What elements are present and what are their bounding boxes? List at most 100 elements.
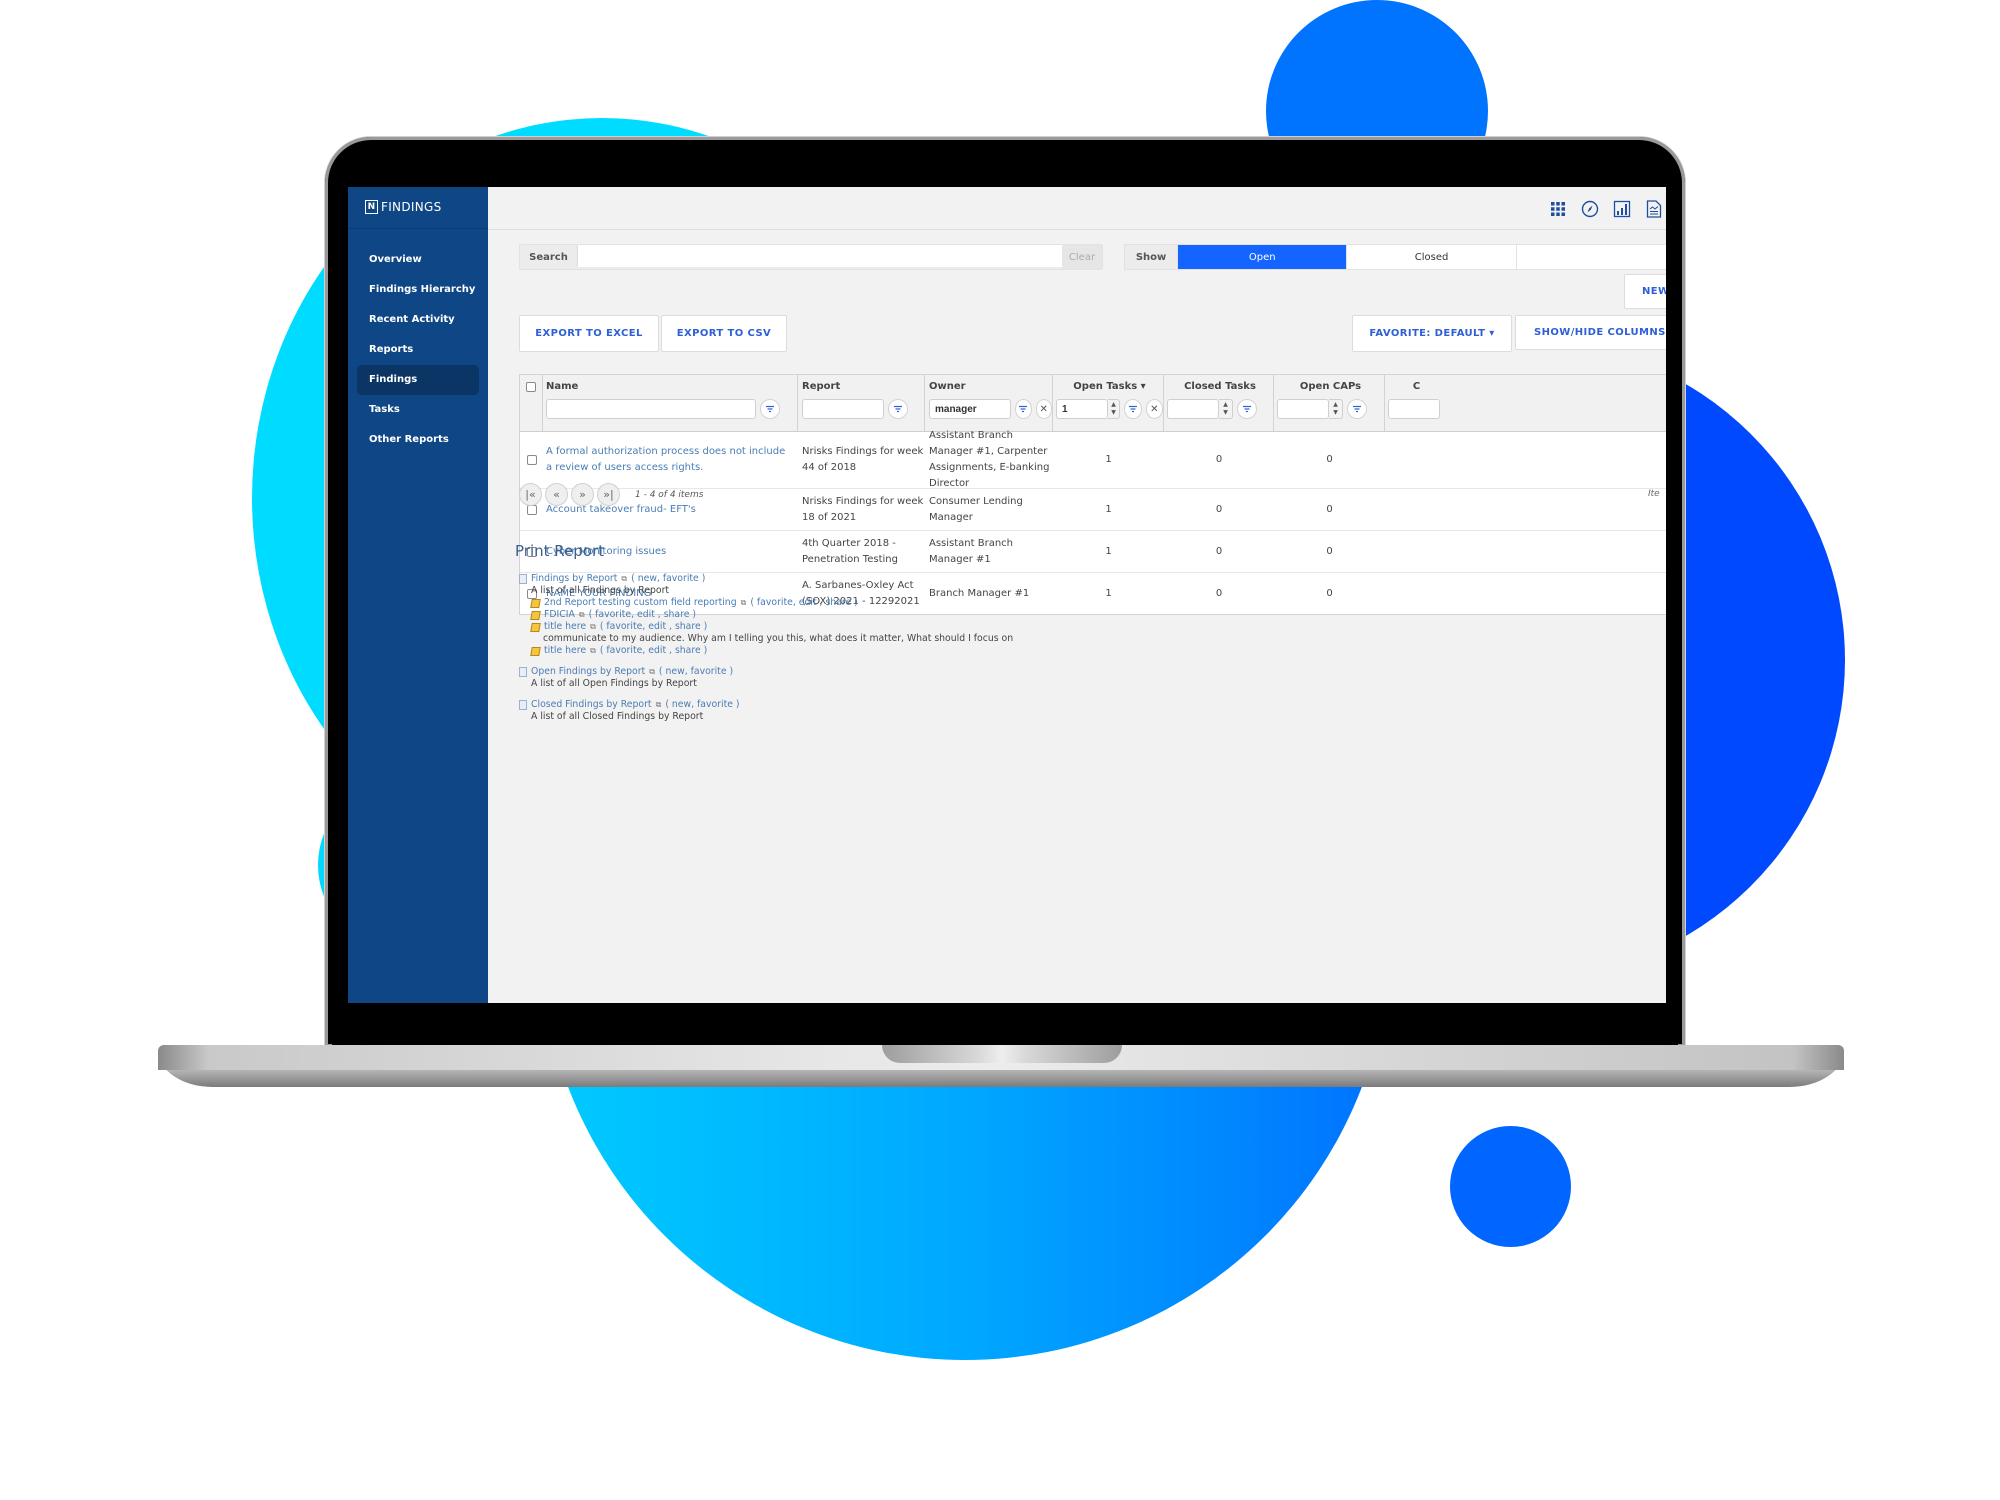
show-open-option[interactable]: Open [1177,245,1347,269]
saved-report-actions[interactable]: ( favorite, edit , share ) [589,609,697,621]
table-row[interactable]: Cyber Monitoring issues 4th Quarter 2018… [520,531,1666,573]
edit-icon [530,622,541,632]
app-screen: N FINDINGS Overview Findings Hierarchy R… [348,187,1666,1003]
open-tasks-filter-input[interactable] [1056,399,1108,419]
column-header-open-caps[interactable]: Open CAPs [1277,375,1384,399]
column-header-owner[interactable]: Owner [929,375,1052,399]
saved-report-actions[interactable]: ( favorite, edit , share ) [600,645,708,657]
search-input[interactable] [577,245,1062,267]
filter-icon[interactable] [1124,399,1142,419]
finding-name-link[interactable]: A formal authorization process does not … [546,444,786,476]
column-report: Report [798,375,925,431]
saved-report-link[interactable]: title here [544,621,586,633]
column-header-closed-tasks[interactable]: Closed Tasks [1167,375,1273,399]
previous-page-button[interactable]: « [545,483,568,506]
column-header-open-tasks[interactable]: Open Tasks ▾ [1056,375,1163,399]
name-filter-input[interactable] [546,399,756,419]
spinner-arrows-icon[interactable]: ▲ ▼ [1108,399,1121,419]
apps-grid-icon[interactable] [1546,197,1570,221]
report-actions[interactable]: ( new, favorite ) [631,573,705,585]
closed-tasks-filter-input[interactable] [1167,399,1219,419]
sidebar-item-reports[interactable]: Reports [357,335,479,365]
bar-chart-icon[interactable] [1610,197,1634,221]
filter-icon[interactable] [1347,399,1367,419]
show-hide-columns-button[interactable]: SHOW/HIDE COLUMNS [1515,315,1666,350]
sidebar-item-overview[interactable]: Overview [357,245,479,275]
new-button[interactable]: NEW [1624,274,1666,309]
open-caps-filter-input[interactable] [1277,399,1329,419]
compass-icon[interactable] [1578,197,1602,221]
report-link[interactable]: Closed Findings by Report [531,699,652,711]
external-link-icon[interactable]: ⧉ [741,597,747,609]
select-all-checkbox[interactable] [526,382,536,392]
open-caps-cell: 0 [1326,587,1333,599]
document-icon [519,700,527,710]
saved-report-link[interactable]: title here [544,645,586,657]
favorite-dropdown-button[interactable]: FAVORITE: DEFAULT ▾ [1352,315,1512,352]
saved-report-link[interactable]: FDICIA [544,609,575,621]
saved-report-actions[interactable]: ( favorite, edit , share ) [750,597,858,609]
export-to-csv-button[interactable]: EXPORT TO CSV [661,315,787,352]
owner-filter-input[interactable] [929,399,1011,419]
report-link[interactable]: Findings by Report [531,573,617,585]
items-per-page-label: Ite [1648,489,1660,499]
clear-filter-icon[interactable]: ✕ [1035,399,1052,419]
sidebar-nav: Overview Findings Hierarchy Recent Activ… [357,245,479,455]
top-bar [488,187,1666,230]
report-description: A list of all Findings by Report [531,585,670,596]
brand-logo[interactable]: N FINDINGS [365,200,442,214]
row-checkbox[interactable] [526,455,537,465]
edit-icon [530,598,541,608]
column-header-name[interactable]: Name [546,375,789,399]
export-to-excel-button[interactable]: EXPORT TO EXCEL [519,315,659,352]
column-header-more[interactable]: C [1388,375,1445,399]
column-open-tasks: Open Tasks ▾ ▲▼ ✕ [1053,375,1164,431]
sidebar-item-tasks[interactable]: Tasks [357,395,479,425]
external-link-icon[interactable]: ⧉ [621,573,627,585]
last-page-button[interactable]: »| [597,483,620,506]
closed-tasks-cell: 0 [1215,587,1223,599]
spinner-arrows-icon[interactable]: ▲ ▼ [1219,399,1233,419]
search-clear-button[interactable]: Clear [1062,245,1102,269]
print-report-title: Print Report [515,542,604,560]
more-filter-input[interactable] [1388,399,1440,419]
report-filter-input[interactable] [802,399,884,419]
table-row[interactable]: A formal authorization process does not … [520,430,1666,489]
report-actions[interactable]: ( new, favorite ) [659,666,733,678]
show-closed-option[interactable]: Closed [1346,245,1516,269]
brand-name: FINDINGS [381,200,442,214]
more-cell [1385,573,1445,614]
open-caps-cell: 0 [1326,545,1333,557]
filter-icon[interactable] [888,399,908,419]
first-page-button[interactable]: |« [519,483,542,506]
report-actions[interactable]: ( new, favorite ) [665,699,739,711]
external-link-icon[interactable]: ⧉ [649,666,655,678]
column-more: C [1385,375,1445,431]
column-header-report[interactable]: Report [802,375,924,399]
report-description: A list of all Closed Findings by Report [531,711,704,722]
external-link-icon[interactable]: ⧉ [590,621,596,633]
spinner-arrows-icon[interactable]: ▲ ▼ [1329,399,1343,419]
external-link-icon[interactable]: ⧉ [579,609,585,621]
sidebar-item-findings-hierarchy[interactable]: Findings Hierarchy [357,275,479,305]
report-link[interactable]: Open Findings by Report [531,666,645,678]
show-all-option[interactable] [1515,245,1666,269]
saved-report-link[interactable]: 2nd Report testing custom field reportin… [544,597,737,609]
sidebar-item-recent-activity[interactable]: Recent Activity [357,305,479,335]
row-checkbox[interactable] [526,504,537,515]
external-link-icon[interactable]: ⧉ [656,699,662,711]
external-link-icon[interactable]: ⧉ [590,645,596,657]
saved-report-actions[interactable]: ( favorite, edit , share ) [600,621,708,633]
sidebar-item-other-reports[interactable]: Other Reports [357,425,479,455]
clear-filter-icon[interactable]: ✕ [1145,399,1163,419]
sidebar-item-findings[interactable]: Findings [357,365,479,395]
filter-icon[interactable] [760,399,780,419]
filter-icon[interactable] [1015,399,1032,419]
filter-icon[interactable] [1237,399,1257,419]
column-owner: Owner ✕ [925,375,1053,431]
saved-report-description: communicate to my audience. Why am I tel… [543,633,1014,644]
open-caps-cell: 0 [1326,454,1333,465]
report-description: A list of all Open Findings by Report [531,678,697,689]
document-chart-icon[interactable] [1642,197,1666,221]
next-page-button[interactable]: » [571,483,594,506]
